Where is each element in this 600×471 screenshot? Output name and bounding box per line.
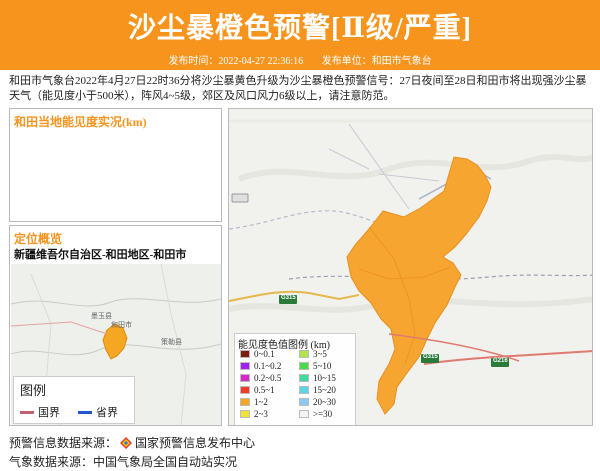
legend-item-0.5-1: 0.5~1 [240, 385, 275, 395]
map-label-hotan: 和田市 [111, 321, 132, 329]
map-label-cele: 策勒县 [161, 338, 182, 346]
legend-item-label: 3~5 [313, 349, 327, 359]
swatch-icon [240, 410, 250, 418]
province-border-line-icon [78, 410, 92, 414]
swatch-icon [240, 386, 250, 394]
weather-source-line: 气象数据来源：中国气象局全国自动站实况 [9, 455, 238, 469]
overview-legend: 图例 国界 省界 [13, 376, 135, 424]
legend-item-2-3: 2~3 [240, 409, 268, 419]
overview-legend-title: 图例 [20, 383, 47, 398]
legend-item-label: 5~10 [313, 361, 332, 371]
swatch-icon [299, 386, 309, 394]
legend-item-label: 0.5~1 [254, 385, 275, 395]
warning-banner: 沙尘暴橙色预警[Ⅱ级/严重] 发布时间：2022-04-27 22:36:16 … [0, 0, 600, 70]
swatch-icon [299, 374, 309, 382]
warning-source-label: 预警信息数据来源： [9, 436, 118, 450]
legend-item-0.2-0.5: 0.2~0.5 [240, 373, 281, 383]
national-border-line-icon [20, 410, 34, 414]
legend-item-label: 20~30 [313, 397, 336, 407]
legend-item-10-15: 10~15 [299, 373, 336, 383]
legend-item-label: 0~0.1 [254, 349, 275, 359]
warning-center-logo-icon [120, 437, 133, 449]
main-map-panel[interactable]: G315 G216 G315 能见度色值图例 (km) 0~0.1 3~5 0.… [228, 108, 593, 426]
road-label-g315-east: G315 [423, 354, 438, 360]
legend-province-border-label: 省界 [96, 407, 118, 419]
swatch-icon [240, 350, 250, 358]
legend-item-label: >=30 [313, 409, 333, 419]
legend-item-3-5: 3~5 [299, 349, 327, 359]
legend-province-border: 省界 [78, 404, 118, 420]
visibility-panel-title: 和田当地能见度实况(km) [14, 115, 147, 129]
legend-item-20-30: 20~30 [299, 397, 336, 407]
legend-item-0-0.1: 0~0.1 [240, 349, 275, 359]
legend-item-0.1-0.2: 0.1~0.2 [240, 361, 281, 371]
swatch-icon [299, 362, 309, 370]
swatch-icon [299, 398, 309, 406]
legend-item-label: 0.1~0.2 [254, 361, 282, 371]
legend-item-label: 0.2~0.5 [254, 373, 282, 383]
publish-time: 发布时间：2022-04-27 22:36:16 [168, 56, 304, 67]
swatch-icon [299, 350, 309, 358]
swatch-icon [240, 374, 250, 382]
location-panel-title: 定位概览 [14, 232, 63, 246]
visibility-legend: 能见度色值图例 (km) 0~0.1 3~5 0.1~0.2 5~10 0.2~… [234, 333, 356, 425]
road-label-g216: G216 [493, 358, 508, 364]
warning-description: 和田市气象台2022年4月27日22时36分将沙尘暴黄色升级为沙尘暴橙色预警信号… [9, 75, 587, 102]
legend-item-label: 1~2 [254, 397, 268, 407]
visibility-panel: 和田当地能见度实况(km) [9, 108, 222, 222]
warning-meta: 发布时间：2022-04-27 22:36:16 发布单位：和田市气象台 [0, 52, 600, 67]
publisher: 发布单位：和田市气象台 [321, 56, 432, 67]
swatch-icon [240, 362, 250, 370]
legend-item-30-plus: >=30 [299, 409, 332, 419]
legend-national-border-label: 国界 [38, 407, 60, 419]
legend-item-label: 10~15 [313, 373, 336, 383]
warning-title: 沙尘暴橙色预警[Ⅱ级/严重] [127, 13, 473, 44]
location-region: 新疆维吾尔自治区-和田地区-和田市 [14, 249, 187, 261]
location-panel: 定位概览 新疆维吾尔自治区-和田地区-和田市 墨玉县 和田市 策勒县 图例 国界 [9, 225, 222, 426]
swatch-icon [240, 398, 250, 406]
legend-national-border: 国界 [20, 404, 60, 420]
legend-item-1-2: 1~2 [240, 397, 268, 407]
road-label-g315-west: G315 [281, 295, 296, 301]
map-label-moyu: 墨玉县 [91, 312, 112, 320]
legend-item-label: 2~3 [254, 409, 268, 419]
left-panel: 和田当地能见度实况(km) 定位概览 新疆维吾尔自治区-和田地区-和田市 墨玉县… [9, 108, 222, 426]
swatch-icon [299, 410, 309, 418]
legend-item-label: 15~20 [313, 385, 336, 395]
legend-item-5-10: 5~10 [299, 361, 331, 371]
legend-item-15-20: 15~20 [299, 385, 336, 395]
warning-source-link[interactable]: 国家预警信息发布中心 [135, 436, 255, 450]
warning-source-line: 预警信息数据来源： 国家预警信息发布中心 [9, 434, 255, 451]
